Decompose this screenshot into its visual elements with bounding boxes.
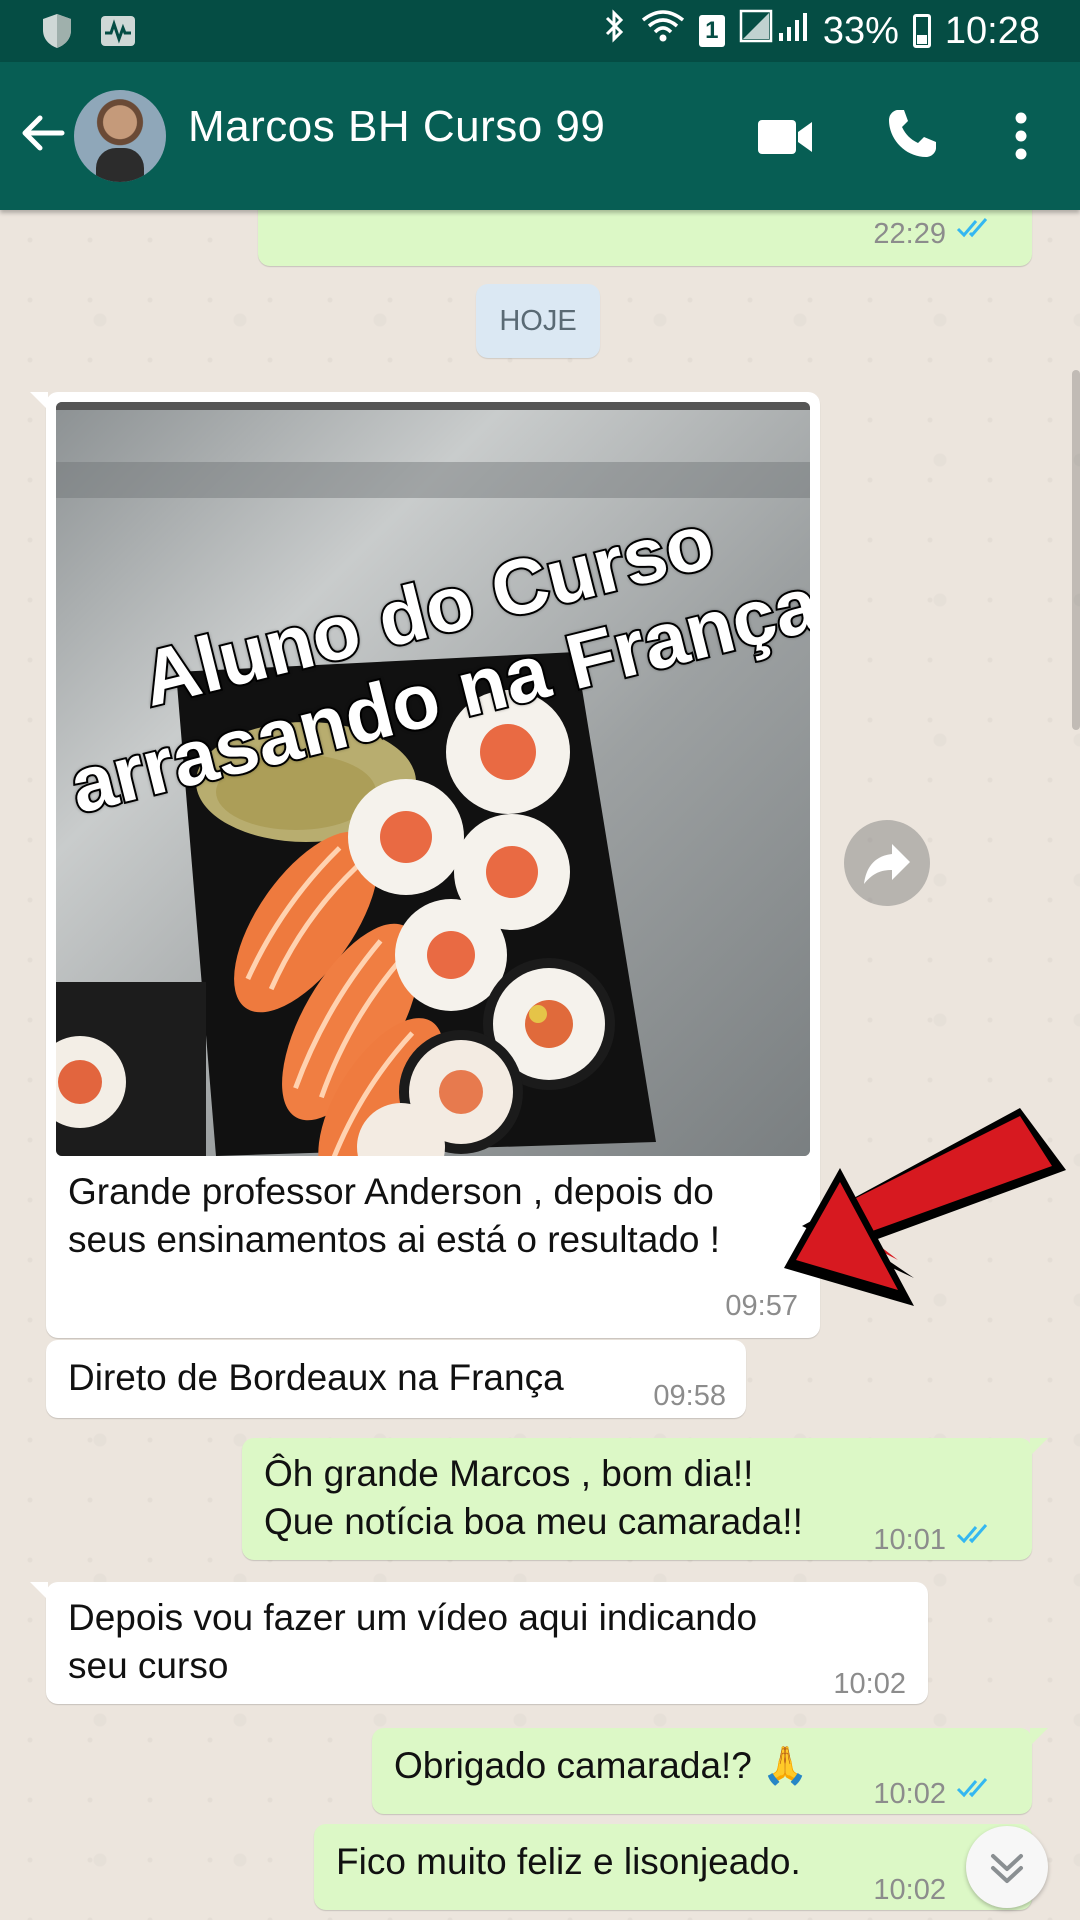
whatsapp-chat-screen: 1 33% 10:28 Marcos BH Curso 99 22:29 HOJ…	[0, 0, 1080, 1920]
scroll-to-bottom-button[interactable]	[966, 1826, 1048, 1908]
activity-icon	[100, 15, 136, 52]
message-bubble-incoming[interactable]: Depois vou fazer um vídeo aqui indicando…	[30, 1582, 928, 1704]
battery-percent: 33%	[822, 9, 899, 52]
message-time: 22:29	[873, 218, 946, 250]
message-text: Obrigado camarada!? 🙏	[394, 1745, 809, 1786]
battery-icon	[912, 14, 931, 48]
avatar[interactable]	[74, 90, 166, 182]
message-text-line1: Ôh grande Marcos , bom dia!!	[264, 1453, 754, 1494]
sim-icon: 1	[698, 15, 725, 47]
status-bar: 1 33% 10:28	[0, 0, 1080, 62]
double-check-icon	[956, 1524, 988, 1544]
clock: 10:28	[944, 9, 1040, 52]
message-time: 10:02	[873, 1778, 946, 1810]
message-text: Direto de Bordeaux na França	[68, 1357, 564, 1398]
message-text-line1: Depois vou fazer um vídeo aqui indicando	[68, 1597, 758, 1638]
signal-icon	[739, 9, 809, 53]
forward-button[interactable]	[844, 820, 930, 906]
double-check-icon	[956, 1778, 988, 1798]
image-message[interactable]: Aluno do Curso arrasando na França Grand…	[30, 392, 820, 1338]
message-time: 10:02	[873, 1874, 946, 1906]
date-divider: HOJE	[476, 284, 600, 358]
more-vert-icon[interactable]	[1006, 106, 1036, 166]
message-bubble-outgoing[interactable]: Ôh grande Marcos , bom dia!! Que notícia…	[242, 1438, 1048, 1560]
back-arrow-icon[interactable]	[18, 108, 68, 158]
message-text-line2: Que notícia boa meu camarada!!	[264, 1501, 803, 1542]
contact-name[interactable]: Marcos BH Curso 99	[188, 102, 605, 152]
wifi-icon	[641, 8, 685, 54]
bluetooth-icon	[603, 8, 627, 54]
message-bubble-outgoing[interactable]: Obrigado camarada!? 🙏 10:02	[372, 1728, 1048, 1814]
message-time: 10:02	[833, 1668, 906, 1700]
message-time: 09:58	[653, 1380, 726, 1412]
video-call-icon[interactable]	[756, 112, 816, 162]
chat-header: Marcos BH Curso 99	[0, 62, 1080, 210]
annotation-arrow	[784, 1108, 1066, 1306]
photo[interactable]: Aluno do Curso arrasando na França	[56, 402, 810, 1156]
message-bubble-outgoing[interactable]: Fico muito feliz e lisonjeado. 10:02	[314, 1824, 1032, 1910]
phone-icon[interactable]	[884, 106, 940, 162]
double-check-icon	[956, 218, 988, 238]
image-caption: Grande professor Anderson , depois do se…	[68, 1171, 720, 1260]
shield-icon	[40, 12, 74, 55]
chevron-double-down-icon	[991, 1854, 1023, 1883]
message-time: 10:01	[873, 1524, 946, 1556]
message-text: Fico muito feliz e lisonjeado.	[336, 1841, 801, 1882]
scrollbar[interactable]	[1072, 370, 1080, 730]
forward-icon	[864, 844, 910, 884]
message-list[interactable]: 22:29 HOJE Aluno do Curso arrasando na F…	[0, 190, 1080, 1920]
message-bubble-incoming[interactable]: Direto de Bordeaux na França 09:58	[46, 1340, 746, 1418]
message-text-line2: seu curso	[68, 1645, 229, 1686]
